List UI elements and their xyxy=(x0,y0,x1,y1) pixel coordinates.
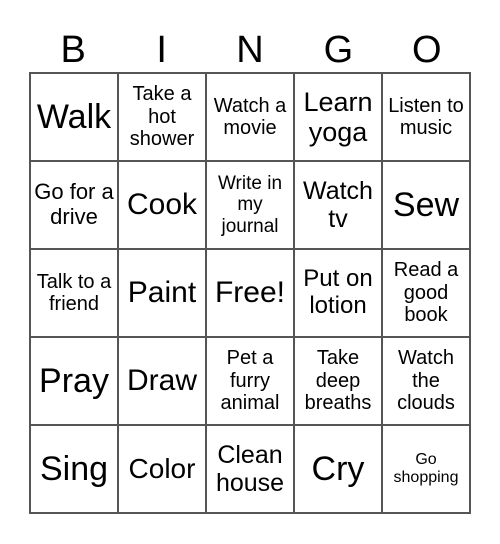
bingo-cell[interactable]: Free! xyxy=(206,249,294,337)
header-letter-n: N xyxy=(236,29,264,71)
bingo-cell[interactable]: Cook xyxy=(118,161,206,249)
header-letter-b: B xyxy=(60,29,86,71)
bingo-cell[interactable]: Talk to a friend xyxy=(30,249,118,337)
bingo-cell[interactable]: Draw xyxy=(118,337,206,425)
bingo-cell[interactable]: Walk xyxy=(30,73,118,161)
bingo-cell[interactable]: Color xyxy=(118,425,206,513)
bingo-cell[interactable]: Sing xyxy=(30,425,118,513)
bingo-cell[interactable]: Watch the clouds xyxy=(382,337,470,425)
bingo-cell[interactable]: Pet a furry animal xyxy=(206,337,294,425)
bingo-cell[interactable]: Watch tv xyxy=(294,161,382,249)
bingo-cell[interactable]: Watch a movie xyxy=(206,73,294,161)
bingo-cell[interactable]: Clean house xyxy=(206,425,294,513)
bingo-cell[interactable]: Go shopping xyxy=(382,425,470,513)
bingo-cell[interactable]: Write in my journal xyxy=(206,161,294,249)
bingo-cell[interactable]: Paint xyxy=(118,249,206,337)
bingo-cell[interactable]: Cry xyxy=(294,425,382,513)
bingo-cell[interactable]: Put on lotion xyxy=(294,249,382,337)
bingo-cell[interactable]: Read a good book xyxy=(382,249,470,337)
header-letter-o: O xyxy=(412,29,442,71)
bingo-cell[interactable]: Go for a drive xyxy=(30,161,118,249)
bingo-cell[interactable]: Learn yoga xyxy=(294,73,382,161)
bingo-cell[interactable]: Take deep breaths xyxy=(294,337,382,425)
bingo-cell[interactable]: Take a hot shower xyxy=(118,73,206,161)
header-letter-i: I xyxy=(156,29,167,71)
bingo-grid: Walk Take a hot shower Watch a movie Learn … xyxy=(29,72,471,514)
bingo-cell[interactable]: Sew xyxy=(382,161,470,249)
bingo-cell[interactable]: Pray xyxy=(30,337,118,425)
bingo-cell[interactable]: Listen to music xyxy=(382,73,470,161)
header-letter-g: G xyxy=(323,29,354,71)
bingo-header: B I N G O xyxy=(29,28,471,72)
